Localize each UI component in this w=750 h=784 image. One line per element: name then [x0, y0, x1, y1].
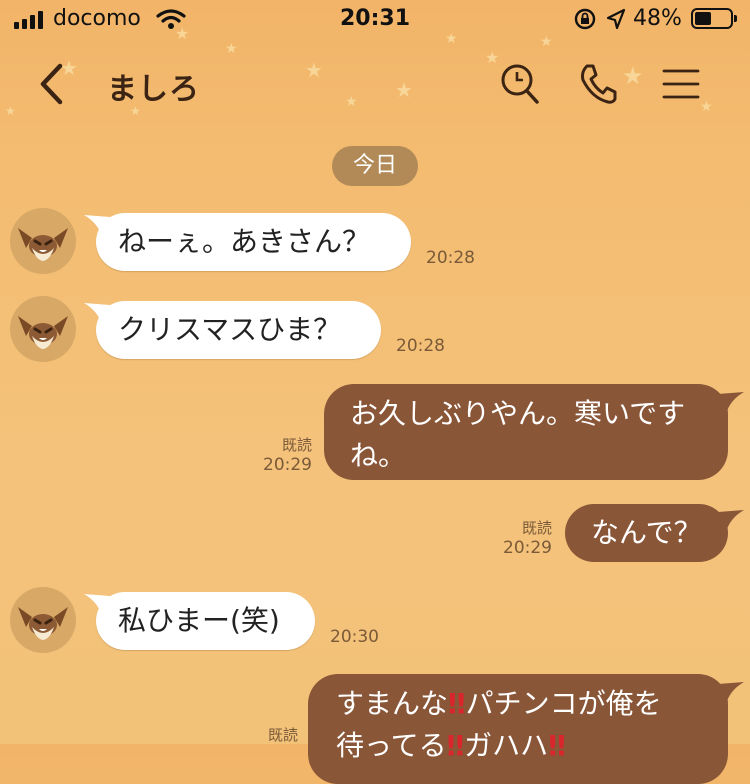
read-receipt: 既読	[244, 724, 298, 745]
star-decoration: ★	[305, 58, 323, 82]
read-label: 既読	[267, 726, 298, 744]
message-text: 待ってる	[336, 729, 447, 762]
read-receipt: 既読 20:29	[498, 517, 552, 558]
star-decoration: ★	[5, 104, 16, 118]
date-separator: 今日	[332, 146, 418, 186]
menu-icon[interactable]	[662, 68, 700, 100]
message-timestamp: 20:29	[263, 455, 312, 475]
outgoing-message[interactable]: すまんな‼パチンコが俺を 待ってる‼ガハハ‼	[308, 674, 728, 784]
message-line: お久しぶりやん。寒いです	[350, 397, 686, 430]
double-exclamation-emoji: ‼	[548, 729, 566, 762]
outgoing-message[interactable]: お久しぶりやん。寒いです ね。	[324, 384, 728, 480]
status-bar: docomo 20:31 48%	[0, 0, 750, 40]
message-timestamp: 20:28	[426, 248, 475, 268]
bubble-tail	[718, 510, 744, 532]
bubble-tail	[718, 682, 744, 704]
rotation-lock-icon	[574, 8, 596, 30]
location-arrow-icon	[606, 8, 626, 30]
star-decoration: ★	[485, 48, 500, 67]
bubble-tail	[718, 392, 744, 414]
read-label: 既読	[281, 436, 312, 454]
battery-percentage: 48%	[633, 6, 682, 31]
star-decoration: ★	[700, 99, 713, 115]
battery-icon	[691, 8, 737, 29]
incoming-message[interactable]: ねーぇ。あきさん？	[96, 213, 411, 271]
read-label: 既読	[521, 519, 552, 537]
outgoing-message[interactable]: なんで？	[565, 504, 728, 562]
double-exclamation-emoji: ‼	[446, 729, 465, 762]
star-decoration: ★	[395, 78, 413, 102]
read-receipt: 既読 20:29	[258, 434, 312, 475]
message-timestamp: 20:28	[396, 336, 445, 356]
message-timestamp: 20:29	[503, 538, 552, 558]
star-decoration: ★	[225, 41, 238, 57]
message-timestamp: 20:30	[330, 627, 379, 647]
message-text: パチンコが俺を	[465, 687, 662, 720]
back-chevron-icon[interactable]	[38, 63, 64, 105]
double-exclamation-emoji: ‼	[448, 687, 466, 720]
search-icon[interactable]	[499, 62, 541, 106]
star-decoration: ★	[345, 94, 358, 110]
message-text: すまんな	[336, 687, 449, 720]
contact-name[interactable]: ましろ	[107, 64, 200, 108]
contact-avatar[interactable]	[10, 587, 76, 653]
phone-icon[interactable]	[578, 62, 618, 106]
message-line: すまんな‼パチンコが俺を	[336, 683, 700, 725]
incoming-message[interactable]: 私ひまー(笑)	[96, 592, 315, 650]
message-line: 待ってる‼ガハハ‼	[336, 725, 700, 767]
contact-avatar[interactable]	[10, 296, 76, 362]
message-line: ね。	[350, 439, 407, 472]
message-text: ガハハ	[464, 729, 549, 762]
contact-avatar[interactable]	[10, 208, 76, 274]
incoming-message[interactable]: クリスマスひま？	[96, 301, 381, 359]
star-decoration: ★	[622, 62, 644, 90]
